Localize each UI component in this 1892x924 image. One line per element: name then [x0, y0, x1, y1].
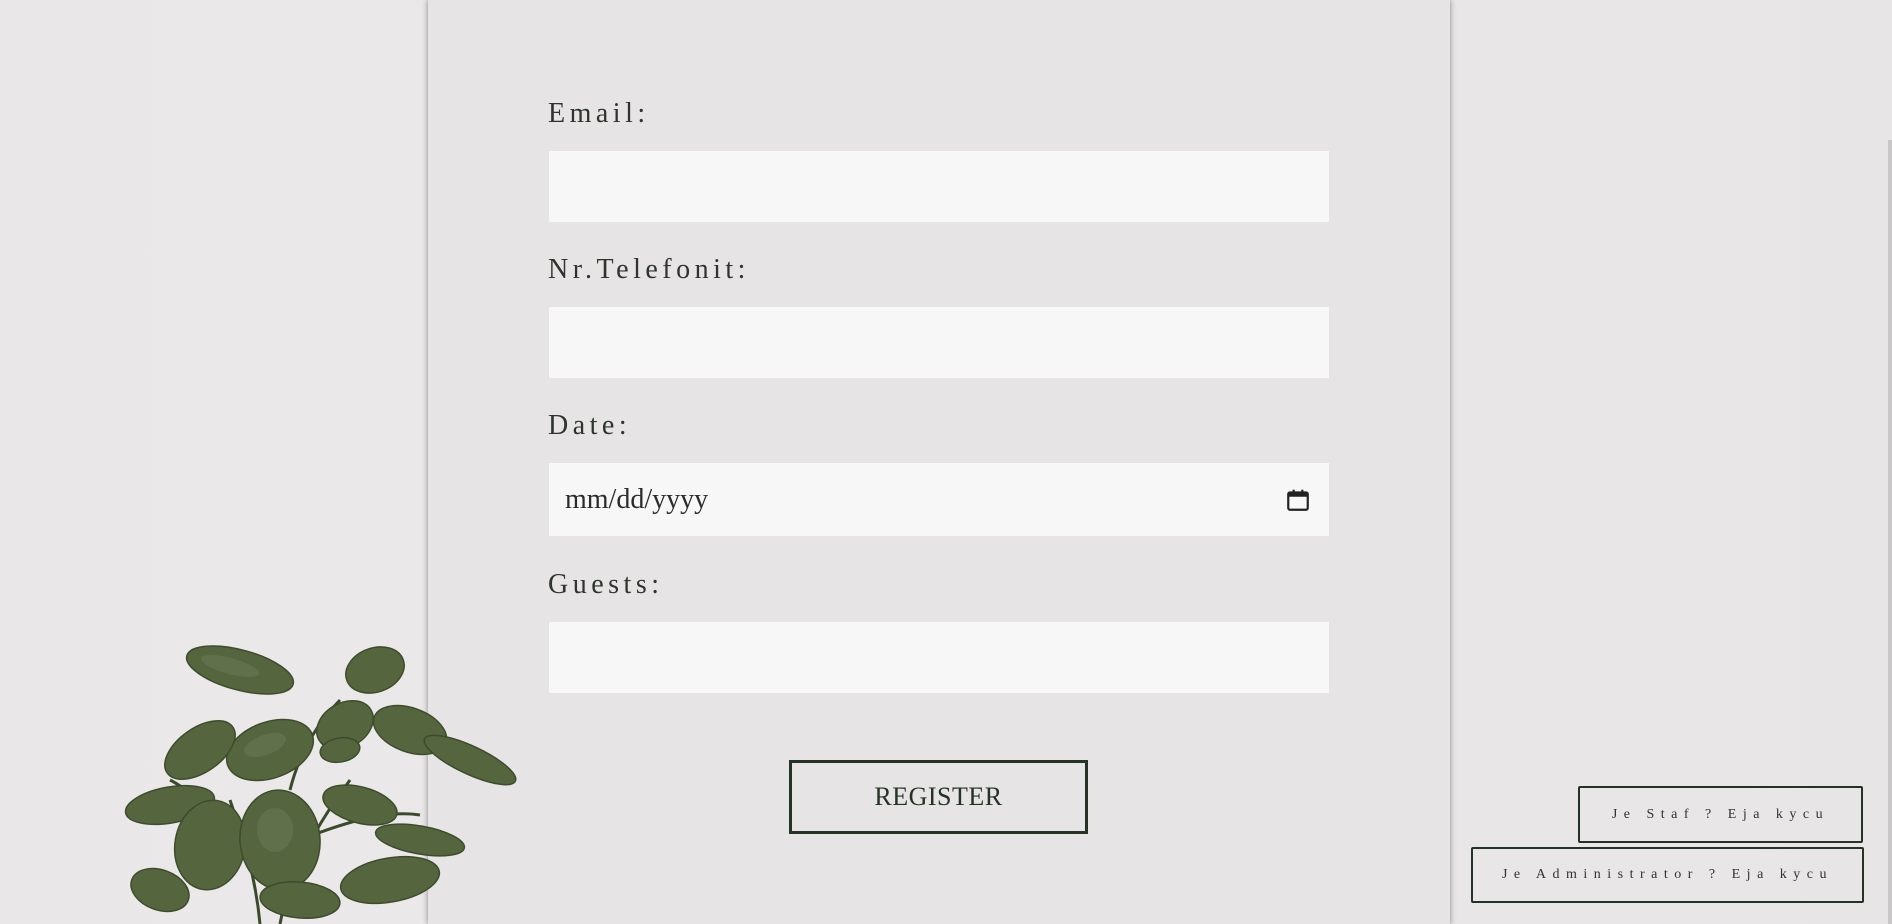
phone-label: Nr.Telefonit: — [548, 254, 750, 285]
plant-icon — [124, 645, 517, 924]
date-field[interactable]: mm/dd/yyyy — [549, 463, 1329, 536]
email-label: Email: — [548, 98, 650, 129]
guests-field[interactable] — [549, 622, 1329, 693]
register-button[interactable]: REGISTER — [789, 760, 1088, 834]
guests-label: Guests: — [548, 569, 664, 600]
calendar-icon[interactable] — [1285, 487, 1311, 513]
email-field[interactable] — [549, 151, 1329, 222]
date-label: Date: — [548, 410, 632, 441]
staff-login-button[interactable]: Je Staf ? Eja kycu — [1578, 786, 1863, 843]
scrollbar[interactable] — [1888, 140, 1892, 924]
phone-field[interactable] — [549, 307, 1329, 378]
date-placeholder: mm/dd/yyyy — [565, 483, 709, 515]
admin-login-button[interactable]: Je Administrator ? Eja kycu — [1471, 847, 1864, 903]
